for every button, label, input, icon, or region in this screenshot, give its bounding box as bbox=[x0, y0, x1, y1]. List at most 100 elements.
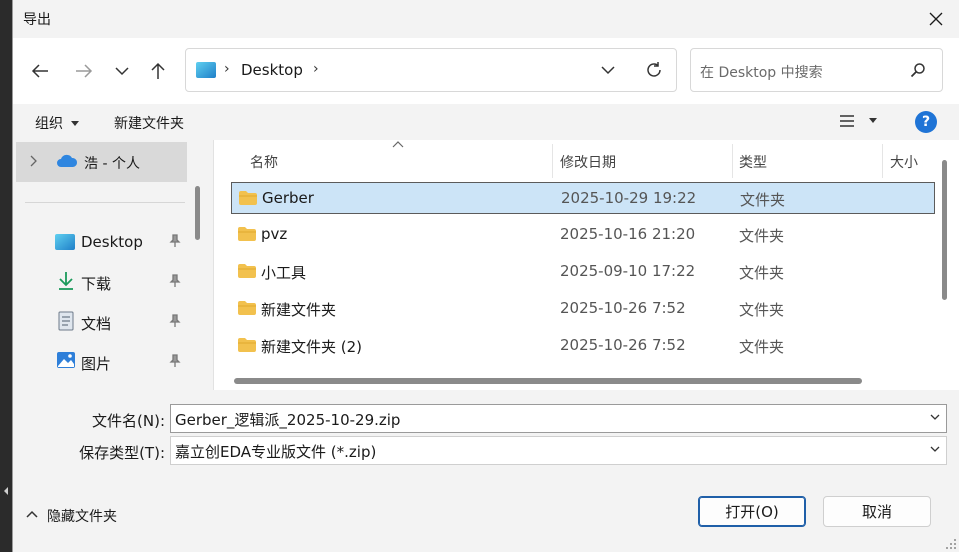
document-icon bbox=[58, 311, 74, 331]
column-header-size[interactable]: 大小 bbox=[890, 144, 940, 178]
sidebar-scrollbar[interactable] bbox=[194, 140, 201, 390]
chevron-down-icon[interactable] bbox=[600, 61, 616, 79]
column-header-label: 修改日期 bbox=[560, 155, 616, 171]
close-icon bbox=[929, 12, 943, 26]
sidebar-item-label: 图片 bbox=[81, 355, 112, 373]
file-type: 文件夹 bbox=[739, 301, 785, 319]
sidebar-item-label: 浩 - 个人 bbox=[84, 156, 140, 172]
address-path[interactable]: Desktop bbox=[241, 61, 303, 79]
hide-folders-label: 隐藏文件夹 bbox=[47, 509, 117, 525]
file-modified: 2025-10-29 19:22 bbox=[561, 189, 697, 207]
list-view-icon[interactable] bbox=[839, 114, 855, 128]
file-row[interactable]: pvz 2025-10-16 21:20 文件夹 bbox=[231, 219, 935, 251]
desktop-icon bbox=[196, 62, 216, 78]
pin-icon[interactable] bbox=[169, 274, 181, 288]
file-name: 新建文件夹 bbox=[261, 301, 337, 319]
column-header-label: 名称 bbox=[250, 155, 278, 171]
filename-field[interactable]: Gerber_逻辑派_2025-10-29.zip bbox=[170, 404, 947, 433]
sidebar-item-downloads[interactable]: 下载 bbox=[13, 262, 189, 302]
onedrive-cloud-icon bbox=[57, 154, 78, 167]
filetype-value: 嘉立创EDA专业版文件 (*.zip) bbox=[175, 443, 377, 461]
vertical-scrollbar-thumb[interactable] bbox=[942, 160, 947, 300]
folder-icon bbox=[239, 191, 257, 205]
column-divider[interactable] bbox=[882, 144, 883, 178]
column-header-modified[interactable]: 修改日期 bbox=[560, 144, 730, 178]
pin-icon[interactable] bbox=[169, 354, 181, 368]
save-options-panel: 文件名(N): Gerber_逻辑派_2025-10-29.zip 保存类型(T… bbox=[13, 390, 959, 552]
file-modified: 2025-09-10 17:22 bbox=[560, 262, 696, 280]
file-row[interactable]: 新建文件夹 (2) 2025-10-26 7:52 文件夹 bbox=[231, 330, 935, 362]
sidebar-item-onedrive[interactable]: 浩 - 个人 bbox=[16, 142, 187, 182]
filetype-select[interactable]: 嘉立创EDA专业版文件 (*.zip) bbox=[170, 436, 947, 465]
new-folder-button[interactable]: 新建文件夹 bbox=[114, 113, 184, 133]
sidebar-item-documents[interactable]: 文档 bbox=[13, 302, 189, 342]
filetype-label: 保存类型(T): bbox=[79, 444, 165, 462]
search-input[interactable]: 在 Desktop 中搜索 bbox=[700, 62, 823, 82]
address-separator[interactable]: › bbox=[313, 61, 319, 77]
organize-button[interactable]: 组织 bbox=[35, 113, 80, 133]
file-type: 文件夹 bbox=[739, 264, 785, 282]
column-header-type[interactable]: 类型 bbox=[739, 144, 879, 178]
forward-button[interactable] bbox=[67, 54, 101, 88]
scroll-left-arrow-icon bbox=[4, 487, 8, 495]
file-list-vertical-scrollbar[interactable] bbox=[941, 160, 949, 378]
file-name: 新建文件夹 (2) bbox=[261, 338, 363, 356]
file-name: 小工具 bbox=[261, 264, 307, 282]
search-icon bbox=[910, 63, 925, 78]
search-box[interactable]: 在 Desktop 中搜索 bbox=[690, 48, 943, 92]
file-type: 文件夹 bbox=[739, 338, 785, 356]
filename-label: 文件名(N): bbox=[92, 412, 165, 430]
title-bar: 导出 bbox=[13, 0, 959, 38]
file-row[interactable]: 新建文件夹 2025-10-26 7:52 文件夹 bbox=[231, 293, 935, 325]
back-button[interactable] bbox=[23, 54, 57, 88]
background-window-edge bbox=[0, 0, 12, 552]
chevron-down-icon[interactable] bbox=[930, 446, 940, 453]
help-button[interactable]: ? bbox=[915, 111, 937, 133]
file-row[interactable]: 小工具 2025-09-10 17:22 文件夹 bbox=[231, 256, 935, 288]
pin-icon[interactable] bbox=[169, 314, 181, 328]
refresh-icon[interactable] bbox=[644, 60, 664, 80]
sidebar-item-desktop[interactable]: Desktop bbox=[13, 222, 189, 262]
column-divider[interactable] bbox=[732, 144, 733, 178]
sidebar-divider bbox=[25, 202, 185, 203]
caret-down-icon bbox=[71, 121, 80, 126]
file-list-horizontal-scrollbar[interactable] bbox=[234, 378, 862, 384]
folder-icon bbox=[238, 227, 256, 241]
arrow-right-icon bbox=[76, 64, 93, 78]
address-separator: › bbox=[224, 61, 230, 77]
resize-grip-icon[interactable] bbox=[945, 538, 957, 550]
column-divider[interactable] bbox=[552, 144, 553, 178]
up-button[interactable] bbox=[141, 54, 175, 88]
navigation-bar: › Desktop › 在 Desktop 中搜索 bbox=[13, 38, 959, 104]
file-type: 文件夹 bbox=[739, 227, 785, 245]
save-dialog: 导出 › Desktop › 在 Desktop 中搜索 组织 新建文件夹 ? … bbox=[12, 0, 959, 552]
file-name: pvz bbox=[261, 225, 288, 243]
recent-locations-button[interactable] bbox=[105, 54, 139, 88]
sidebar-scrollbar-thumb[interactable] bbox=[195, 186, 200, 240]
file-type: 文件夹 bbox=[740, 191, 786, 209]
file-list: 名称 修改日期 类型 大小 Gerber 2025-10-29 19:22 文件… bbox=[213, 140, 959, 390]
command-bar: 组织 新建文件夹 ? bbox=[13, 104, 959, 140]
file-name: Gerber bbox=[262, 189, 314, 207]
column-header-name[interactable]: 名称 bbox=[250, 144, 550, 178]
chevron-down-icon[interactable] bbox=[930, 414, 940, 421]
caret-down-icon[interactable] bbox=[869, 118, 877, 124]
sidebar-item-pictures[interactable]: 图片 bbox=[13, 342, 189, 382]
chevron-down-icon bbox=[115, 67, 129, 76]
column-header-label: 类型 bbox=[739, 155, 767, 171]
folder-icon bbox=[238, 338, 256, 352]
chevron-right-icon[interactable] bbox=[29, 155, 37, 167]
cancel-button[interactable]: 取消 bbox=[823, 496, 931, 527]
open-button[interactable]: 打开(O) bbox=[698, 496, 806, 527]
file-modified: 2025-10-26 7:52 bbox=[560, 299, 686, 317]
file-row[interactable]: Gerber 2025-10-29 19:22 文件夹 bbox=[231, 182, 935, 214]
folder-icon bbox=[238, 301, 256, 315]
pin-icon[interactable] bbox=[169, 234, 181, 248]
arrow-up-icon bbox=[151, 62, 165, 79]
chevron-up-icon bbox=[26, 510, 38, 518]
address-bar[interactable]: › Desktop › bbox=[185, 48, 677, 92]
column-header-label: 大小 bbox=[890, 155, 918, 171]
filename-value[interactable]: Gerber_逻辑派_2025-10-29.zip bbox=[175, 409, 400, 430]
close-button[interactable] bbox=[913, 0, 959, 38]
pictures-icon bbox=[57, 352, 75, 368]
